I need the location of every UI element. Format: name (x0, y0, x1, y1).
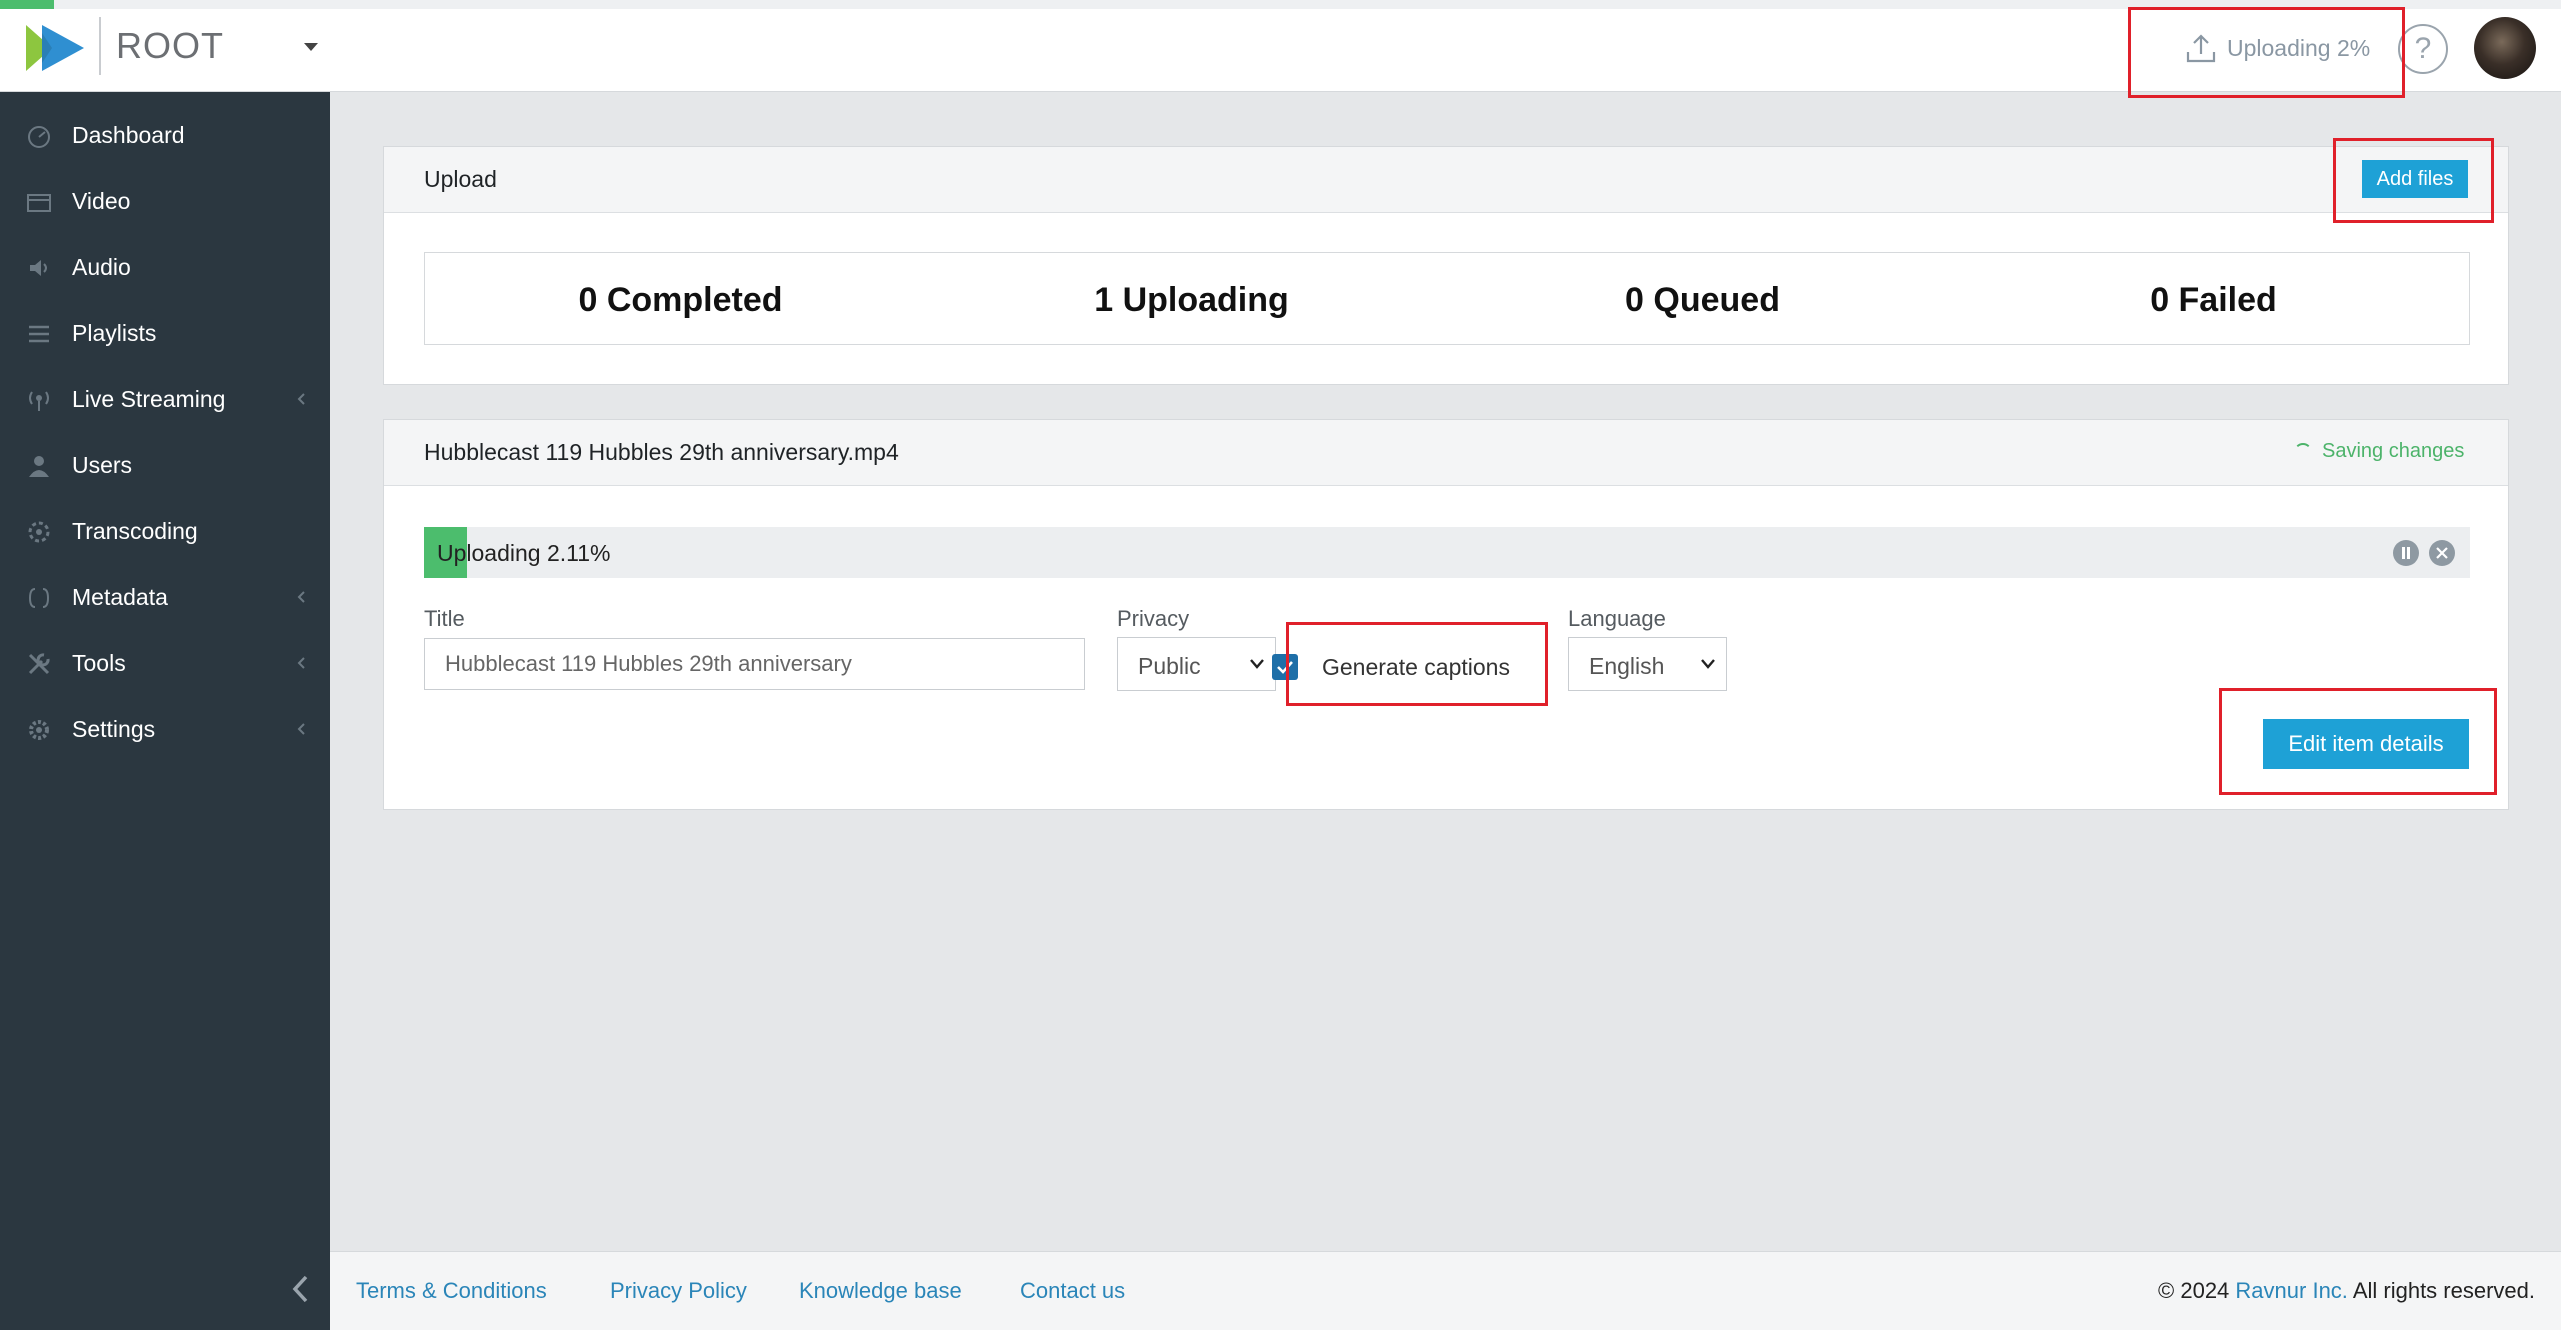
chevron-left-icon (297, 723, 305, 735)
upload-panel-header: Upload Add files (384, 147, 2508, 213)
dashboard-icon (28, 126, 50, 148)
audio-icon (30, 260, 47, 276)
language-label: Language (1568, 606, 1666, 631)
sidebar-item-settings[interactable]: Settings (0, 699, 330, 759)
language-select-value: English (1589, 653, 1665, 679)
privacy-label: Privacy (1117, 606, 1190, 631)
upload-progress-bar: Uploading 2.11% (424, 527, 2470, 578)
video-icon (27, 194, 51, 212)
stat-uploading: 1 Uploading (1094, 281, 1289, 319)
sidebar-item-metadata[interactable]: Metadata (0, 567, 330, 627)
sidebar-item-label: Video (72, 188, 131, 214)
highlight-box-generate-captions (1286, 622, 1548, 706)
stat-failed: 0 Failed (2150, 281, 2277, 319)
sidebar-item-label: Dashboard (72, 122, 185, 148)
sidebar-item-transcoding[interactable]: Transcoding (0, 501, 330, 561)
copyright-prefix: © 2024 (2158, 1278, 2236, 1303)
chevron-left-icon (297, 657, 305, 669)
chevron-down-icon[interactable] (304, 43, 318, 51)
tools-icon (28, 653, 50, 675)
footer: Terms & Conditions Privacy Policy Knowle… (330, 1251, 2561, 1330)
chevron-down-icon (1250, 659, 1264, 669)
privacy-select[interactable]: Public (1117, 637, 1276, 691)
title-input[interactable] (424, 638, 1085, 690)
footer-copyright: © 2024 Ravnur Inc. All rights reserved. (2158, 1278, 2535, 1304)
language-select[interactable]: English (1568, 637, 1727, 691)
stat-completed: 0 Completed (578, 281, 783, 319)
sidebar-item-label: Playlists (72, 320, 157, 346)
sidebar-item-label: Metadata (72, 584, 168, 610)
company-link[interactable]: Ravnur Inc. (2235, 1278, 2348, 1303)
logo-separator (99, 17, 101, 75)
upload-item-panel: Hubblecast 119 Hubbles 29th anniversary.… (383, 419, 2509, 810)
playlists-icon (29, 325, 49, 343)
highlight-box-add-files (2333, 138, 2494, 223)
sidebar-item-label: Settings (72, 716, 156, 742)
sidebar-item-video[interactable]: Video (0, 171, 330, 231)
upload-item-header: Hubblecast 119 Hubbles 29th anniversary.… (384, 420, 2508, 486)
sidebar-item-dashboard[interactable]: Dashboard (0, 105, 330, 165)
transcoding-icon (28, 521, 50, 543)
stat-queued: 0 Queued (1625, 281, 1780, 319)
settings-icon (29, 720, 49, 740)
footer-link-contact[interactable]: Contact us (1020, 1278, 1125, 1304)
users-icon (29, 456, 49, 477)
footer-link-terms[interactable]: Terms & Conditions (356, 1278, 547, 1304)
footer-link-knowledge-base[interactable]: Knowledge base (799, 1278, 962, 1304)
sidebar-item-label: Tools (72, 650, 126, 676)
logo-icon[interactable] (26, 23, 84, 73)
saving-status: Saving changes (2294, 440, 2464, 463)
sidebar-item-tools[interactable]: Tools (0, 633, 330, 693)
highlight-box-edit-item-details (2219, 688, 2497, 795)
title-label: Title (424, 606, 465, 631)
close-icon (2436, 547, 2448, 559)
spinner-icon (2294, 442, 2312, 461)
avatar[interactable] (2474, 17, 2536, 79)
collapse-sidebar-icon[interactable] (288, 1272, 314, 1306)
chevron-left-icon (297, 393, 305, 405)
upload-panel-title: Upload (424, 166, 497, 192)
sidebar-item-label: Live Streaming (72, 386, 226, 412)
cancel-upload-button[interactable] (2429, 540, 2455, 566)
sidebar-item-audio[interactable]: Audio (0, 237, 330, 297)
pause-upload-button[interactable] (2393, 540, 2419, 566)
highlight-box-upload-status (2128, 7, 2405, 98)
upload-panel: Upload Add files 0 Completed 1 Uploading… (383, 146, 2509, 385)
help-button[interactable]: ? (2398, 24, 2448, 74)
footer-link-privacy[interactable]: Privacy Policy (610, 1278, 747, 1304)
upload-progress-text: Uploading 2.11% (437, 540, 611, 566)
privacy-select-value: Public (1138, 653, 1201, 679)
chevron-left-icon (297, 591, 305, 603)
sidebar-item-playlists[interactable]: Playlists (0, 303, 330, 363)
upload-item-filename: Hubblecast 119 Hubbles 29th anniversary.… (424, 439, 899, 465)
sidebar-item-live-streaming[interactable]: Live Streaming (0, 369, 330, 429)
sidebar-item-label: Audio (72, 254, 131, 280)
live-streaming-icon (29, 391, 49, 411)
sidebar: Dashboard Video Audio Playlists Live Streami… (0, 92, 330, 1330)
sidebar-item-label: Users (72, 452, 133, 478)
brand-name[interactable]: ROOT (116, 25, 224, 67)
upload-stats: 0 Completed 1 Uploading 0 Queued 0 Faile… (424, 252, 2470, 345)
saving-status-text: Saving changes (2322, 440, 2465, 462)
chevron-down-icon (1701, 659, 1715, 669)
sidebar-item-users[interactable]: Users (0, 435, 330, 495)
metadata-icon (28, 588, 50, 608)
sidebar-item-label: Transcoding (72, 518, 198, 544)
copyright-suffix: All rights reserved. (2347, 1278, 2535, 1303)
